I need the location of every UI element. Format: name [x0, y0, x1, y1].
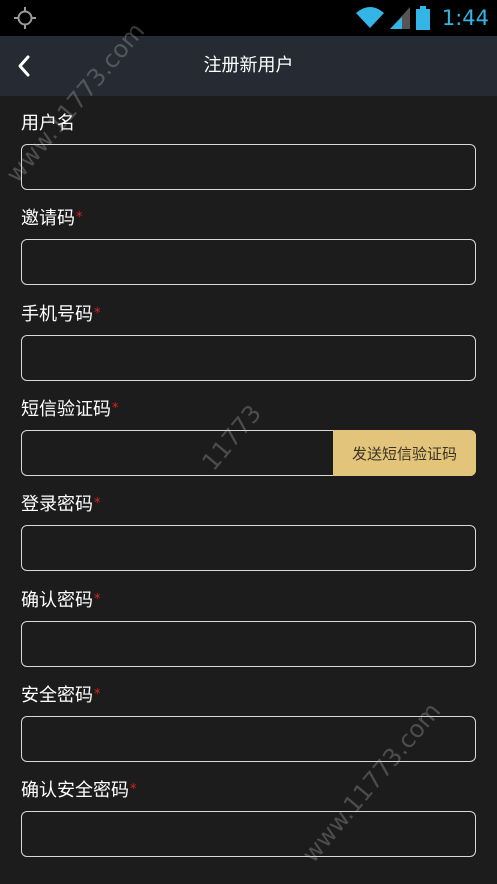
- invite-code-label: 邀请码*: [21, 208, 83, 229]
- phone-label: 手机号码*: [21, 304, 101, 325]
- confirm-password-input[interactable]: [21, 621, 476, 667]
- send-sms-code-button[interactable]: 发送短信验证码: [333, 430, 476, 476]
- username-input[interactable]: [21, 144, 476, 190]
- nav-bar: 注册新用户: [0, 36, 497, 96]
- status-bar: 1:44: [0, 0, 497, 36]
- location-target-icon: [14, 7, 36, 29]
- invite-code-input[interactable]: [21, 239, 476, 285]
- signal-icon: [389, 7, 410, 29]
- security-password-input[interactable]: [21, 716, 476, 762]
- confirm-security-password-input[interactable]: [21, 811, 476, 857]
- sms-code-label: 短信验证码*: [21, 399, 119, 420]
- confirm-security-password-label: 确认安全密码*: [21, 780, 137, 801]
- login-password-label: 登录密码*: [21, 494, 101, 515]
- confirm-password-label: 确认密码*: [21, 590, 101, 611]
- battery-icon: [415, 6, 430, 30]
- wifi-icon: [355, 7, 384, 28]
- security-password-label: 安全密码*: [21, 685, 101, 706]
- page-title: 注册新用户: [203, 55, 294, 76]
- login-password-input[interactable]: [21, 525, 476, 571]
- status-time: 1:44: [441, 6, 489, 30]
- username-label: 用户名: [21, 113, 75, 134]
- phone-input[interactable]: [21, 335, 476, 381]
